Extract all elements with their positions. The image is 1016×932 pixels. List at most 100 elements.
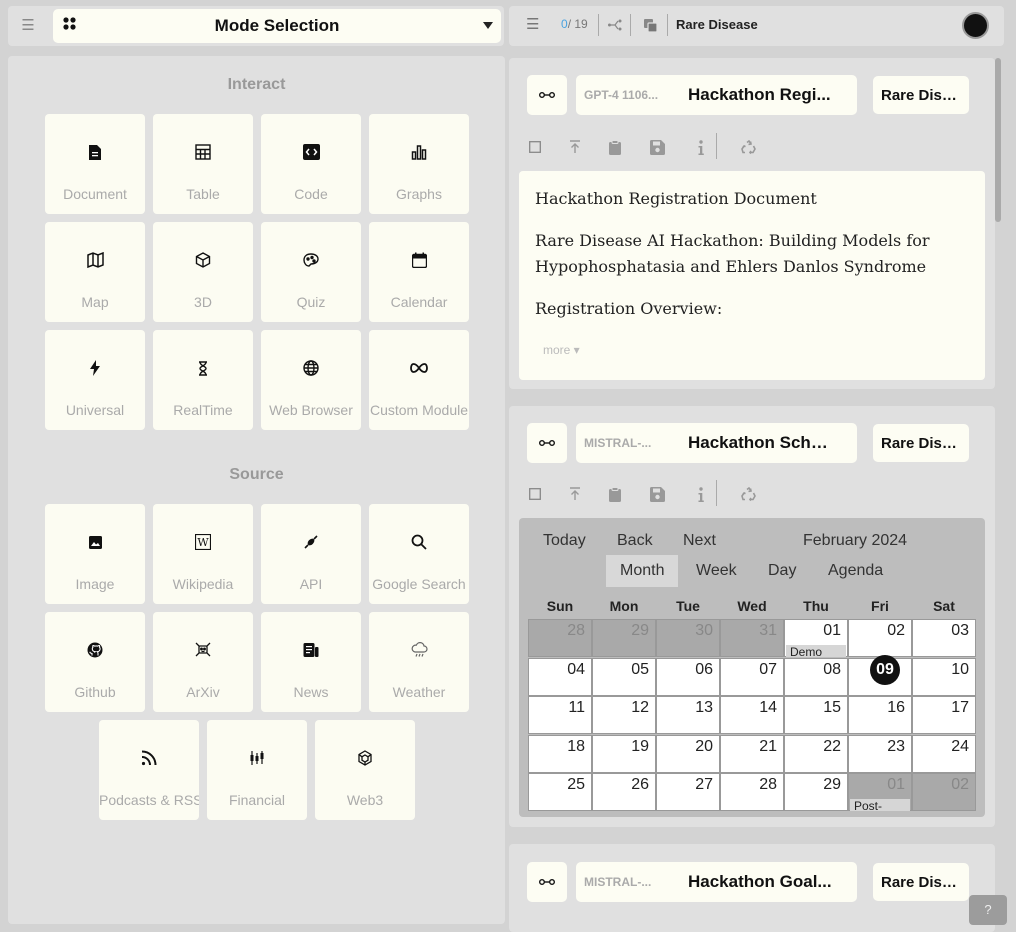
document-card: GPT-4 1106... Hackathon Regi... Rare Dis… — [509, 58, 995, 389]
calendar-day[interactable]: 15 — [784, 696, 848, 734]
calendar-day[interactable]: 30 — [656, 619, 720, 657]
recycle-icon[interactable] — [741, 486, 757, 502]
calendar-day[interactable]: 19 — [592, 734, 656, 773]
calendar-day[interactable]: 23 — [848, 734, 912, 773]
tile-api[interactable]: API — [261, 504, 361, 604]
tile-calendar[interactable]: Calendar — [369, 222, 469, 322]
link-button[interactable] — [527, 75, 567, 115]
calendar-day[interactable]: 06 — [656, 657, 720, 696]
tile-graphs[interactable]: Graphs — [369, 114, 469, 214]
calendar-day[interactable]: 22 — [784, 734, 848, 773]
tile-github[interactable]: Github — [45, 612, 145, 712]
tile-realtime[interactable]: RealTime — [153, 330, 253, 430]
view-day-button[interactable]: Day — [754, 555, 810, 587]
calendar-day[interactable]: 02 — [912, 773, 976, 811]
hamburger-menu-icon[interactable]: ☰ — [18, 17, 38, 35]
tile-custom-module[interactable]: Custom Module — [369, 330, 469, 430]
save-icon[interactable] — [649, 486, 665, 502]
info-icon[interactable] — [693, 139, 709, 155]
tile-news[interactable]: News — [261, 612, 361, 712]
tile-arxiv[interactable]: ArXiv — [153, 612, 253, 712]
list-menu-icon[interactable]: ☰ — [526, 17, 540, 32]
tile-code[interactable]: Code — [261, 114, 361, 214]
connect-nodes-icon[interactable] — [607, 18, 623, 32]
calendar-day[interactable]: 27 — [656, 773, 720, 811]
item-counter: 0/ 19 — [561, 17, 588, 31]
doc-section-title: Registration Overview: — [535, 299, 723, 318]
calendar-day[interactable]: 26 — [592, 773, 656, 811]
calendar-day[interactable]: 28 — [720, 773, 784, 811]
link-button[interactable] — [527, 862, 567, 902]
recycle-icon[interactable] — [741, 139, 757, 155]
calendar-day[interactable]: 12 — [592, 696, 656, 734]
calendar-day[interactable]: 29 — [592, 619, 656, 657]
view-agenda-button[interactable]: Agenda — [814, 555, 897, 587]
scrollbar[interactable] — [995, 58, 1001, 222]
tile-image[interactable]: Image — [45, 504, 145, 604]
tile-table[interactable]: Table — [153, 114, 253, 214]
more-toggle[interactable]: more ▾ — [543, 343, 580, 357]
upload-icon[interactable] — [567, 486, 583, 502]
calendar-day[interactable]: 14 — [720, 696, 784, 734]
info-icon[interactable] — [693, 486, 709, 502]
tile-map[interactable]: Map — [45, 222, 145, 322]
card-title-box[interactable]: MISTRAL-... Hackathon Goal... — [576, 862, 857, 902]
tile-web-browser[interactable]: Web Browser — [261, 330, 361, 430]
calendar-day[interactable]: 02 — [848, 619, 912, 657]
calendar-day[interactable]: 20 — [656, 734, 720, 773]
calendar-day[interactable]: 04 — [528, 657, 592, 696]
calendar-next-button[interactable]: Next — [683, 532, 716, 550]
tile-document[interactable]: Document — [45, 114, 145, 214]
calendar-back-button[interactable]: Back — [617, 532, 653, 550]
view-week-button[interactable]: Week — [682, 555, 751, 587]
calendar-day[interactable]: 31 — [720, 619, 784, 657]
calendar-day[interactable]: 10 — [912, 657, 976, 696]
copy-icon[interactable] — [643, 18, 658, 33]
mode-selection-dropdown[interactable]: Mode Selection — [53, 9, 501, 43]
calendar-day[interactable]: 13 — [656, 696, 720, 734]
clipboard-icon[interactable] — [607, 139, 623, 155]
tile-google-search[interactable]: Google Search — [369, 504, 469, 604]
calendar-day[interactable]: 24 — [912, 734, 976, 773]
calendar-event[interactable]: Demo — [786, 645, 846, 657]
help-button[interactable]: ? — [969, 895, 1007, 925]
clipboard-icon[interactable] — [607, 486, 623, 502]
tile-podcasts-rss[interactable]: Podcasts & RSS — [99, 720, 199, 820]
tile-quiz[interactable]: Quiz — [261, 222, 361, 322]
tile-3d[interactable]: 3D — [153, 222, 253, 322]
tag-button[interactable]: Rare Dise... — [873, 863, 969, 901]
calendar-day[interactable]: 21 — [720, 734, 784, 773]
calendar-today-button[interactable]: Today — [543, 532, 586, 550]
calendar-day[interactable]: 11 — [528, 696, 592, 734]
save-icon[interactable] — [649, 139, 665, 155]
calendar-day[interactable]: 17 — [912, 696, 976, 734]
tag-button[interactable]: Rare Dise... — [873, 424, 969, 462]
tag-button[interactable]: Rare Dise... — [873, 76, 969, 114]
today-indicator[interactable]: 09 — [870, 655, 900, 685]
calendar-day[interactable]: 05 — [592, 657, 656, 696]
tile-universal[interactable]: Universal — [45, 330, 145, 430]
calendar-day[interactable]: 25 — [528, 773, 592, 811]
calendar-day[interactable]: 28 — [528, 619, 592, 657]
calendar-event[interactable]: Post- — [850, 799, 910, 811]
calendar-day[interactable]: 07 — [720, 657, 784, 696]
upload-icon[interactable] — [567, 139, 583, 155]
calendar-day[interactable]: 08 — [784, 657, 848, 696]
tile-weather[interactable]: Weather — [369, 612, 469, 712]
calendar-day[interactable]: 29 — [784, 773, 848, 811]
card-title-box[interactable]: GPT-4 1106... Hackathon Regi... — [576, 75, 857, 115]
avatar[interactable] — [962, 12, 989, 39]
tile-financial[interactable]: Financial — [207, 720, 307, 820]
link-button[interactable] — [527, 423, 567, 463]
calendar-day[interactable]: 03 — [912, 619, 976, 657]
checkbox-icon[interactable] — [527, 139, 543, 155]
view-month-button[interactable]: Month — [606, 555, 679, 587]
calendar-day[interactable]: 16 — [848, 696, 912, 734]
checkbox-icon[interactable] — [527, 486, 543, 502]
card-title-box[interactable]: MISTRAL-... Hackathon Sche... — [576, 423, 857, 463]
tile-wikipedia[interactable]: W Wikipedia — [153, 504, 253, 604]
calendar-day[interactable]: 18 — [528, 734, 592, 773]
lightning-icon — [90, 360, 100, 376]
tile-web3[interactable]: Web3 — [315, 720, 415, 820]
tile-label: Web3 — [346, 792, 384, 808]
